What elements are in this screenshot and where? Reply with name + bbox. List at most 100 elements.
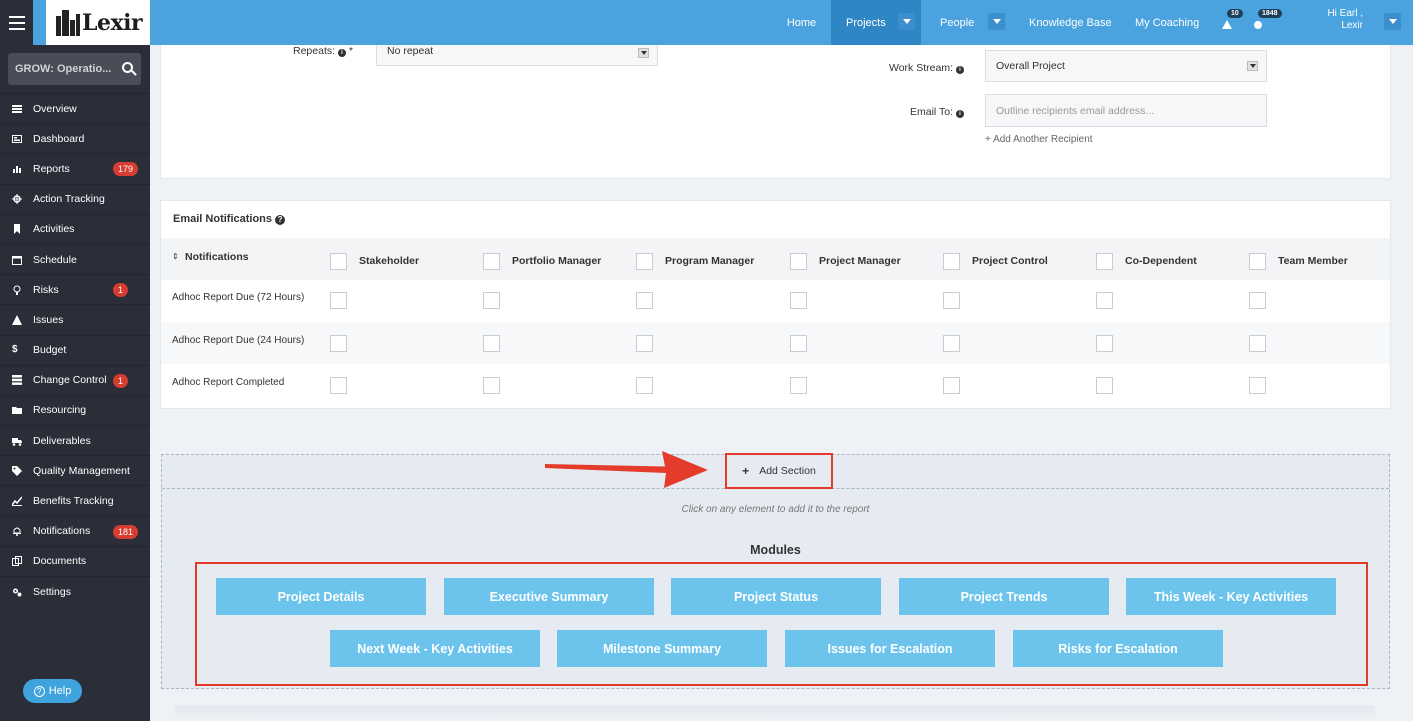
people-dropdown-icon[interactable] <box>988 13 1005 30</box>
add-section-button[interactable]: + Add Section <box>725 453 833 489</box>
menu-toggle-icon[interactable] <box>0 0 33 45</box>
portfolio-manager-checkbox[interactable] <box>483 292 500 309</box>
stakeholder-checkbox[interactable] <box>330 335 347 352</box>
select-all-project-manager-checkbox[interactable] <box>790 253 807 270</box>
user-dropdown-icon[interactable] <box>1384 13 1401 30</box>
project-control-checkbox[interactable] <box>943 377 960 394</box>
question-icon: ? <box>33 685 45 697</box>
nav-people[interactable]: People <box>940 0 980 45</box>
project-manager-checkbox[interactable] <box>790 292 807 309</box>
bell-icon <box>12 526 22 537</box>
question-circle-icon[interactable]: ? <box>275 215 286 225</box>
stakeholder-checkbox[interactable] <box>330 292 347 309</box>
workstream-label-text: Work Stream: <box>889 62 953 74</box>
sidebar-item-dashboard[interactable]: Dashboard <box>0 123 150 153</box>
program-manager-checkbox[interactable] <box>636 335 653 352</box>
module-this-week-key-activities[interactable]: This Week - Key Activities <box>1126 578 1336 615</box>
co-dependent-checkbox[interactable] <box>1096 335 1113 352</box>
select-all-team-member-checkbox[interactable] <box>1249 253 1266 270</box>
nav-home[interactable]: Home <box>774 0 829 45</box>
nav-knowledge-base[interactable]: Knowledge Base <box>1029 0 1119 45</box>
module-risks-for-escalation[interactable]: Risks for Escalation <box>1013 630 1223 667</box>
project-control-checkbox[interactable] <box>943 335 960 352</box>
logo-text: Lexir <box>82 9 143 36</box>
team-member-checkbox[interactable] <box>1249 377 1266 394</box>
sidebar-item-settings[interactable]: Settings <box>0 576 150 606</box>
sidebar-item-label: Change Control <box>33 374 107 387</box>
chevron-down-icon <box>638 48 649 58</box>
project-manager-checkbox[interactable] <box>790 335 807 352</box>
sidebar-item-notifications[interactable]: Notifications 181 <box>0 515 150 546</box>
folder-icon <box>12 405 22 415</box>
sidebar-item-action-tracking[interactable]: Action Tracking <box>0 183 150 214</box>
select-all-portfolio-manager-checkbox[interactable] <box>483 253 500 270</box>
module-issues-for-escalation[interactable]: Issues for Escalation <box>785 630 995 667</box>
select-all-stakeholder-checkbox[interactable] <box>330 253 347 270</box>
sidebar-item-resourcing[interactable]: Resourcing <box>0 394 150 425</box>
sidebar-item-overview[interactable]: Overview <box>0 93 150 123</box>
module-next-week-key-activities[interactable]: Next Week - Key Activities <box>330 630 540 667</box>
module-project-trends[interactable]: Project Trends <box>899 578 1109 615</box>
documents-icon <box>12 556 22 567</box>
co-dependent-checkbox[interactable] <box>1096 292 1113 309</box>
module-project-details[interactable]: Project Details <box>216 578 426 615</box>
sidebar-item-label: Budget <box>33 344 67 357</box>
nav-my-coaching[interactable]: My Coaching <box>1135 0 1205 45</box>
module-executive-summary[interactable]: Executive Summary <box>444 578 654 615</box>
sidebar-item-deliverables[interactable]: Deliverables <box>0 425 150 455</box>
program-manager-checkbox[interactable] <box>636 292 653 309</box>
sidebar-item-issues[interactable]: Issues <box>0 304 150 334</box>
email-recipients-input[interactable]: Outline recipients email address... <box>985 94 1267 127</box>
alerts-button[interactable]: 10 <box>1221 9 1243 35</box>
project-search[interactable]: GROW: Operatio... <box>8 53 141 85</box>
select-all-co-dependent-checkbox[interactable] <box>1096 253 1113 270</box>
sort-icon[interactable]: ⇕ <box>172 252 179 261</box>
project-control-checkbox[interactable] <box>943 292 960 309</box>
nav-people-label: People <box>940 16 975 29</box>
sidebar-item-activities[interactable]: Activities <box>0 213 150 244</box>
module-milestone-summary[interactable]: Milestone Summary <box>557 630 767 667</box>
column-notifications[interactable]: Notifications <box>185 251 249 263</box>
line-chart-icon <box>11 496 23 507</box>
required-marker: * <box>348 45 353 57</box>
table-row: Adhoc Report Due (72 Hours) <box>161 280 1390 322</box>
search-icon[interactable] <box>122 62 133 73</box>
sidebar-item-risks[interactable]: Risks 1 <box>0 274 150 304</box>
column-portfolio-manager: Portfolio Manager <box>512 255 602 267</box>
stakeholder-checkbox[interactable] <box>330 377 347 394</box>
sidebar-item-budget[interactable]: $ Budget <box>0 334 150 365</box>
program-manager-checkbox[interactable] <box>636 377 653 394</box>
messages-button[interactable]: 1848 <box>1252 9 1282 35</box>
user-greeting[interactable]: Hi Earl , Lexir <box>1327 8 1363 32</box>
projects-dropdown-icon[interactable] <box>898 13 915 30</box>
dashboard-icon <box>12 134 22 144</box>
messages-count-badge: 1848 <box>1258 9 1282 18</box>
add-recipient-link[interactable]: + Add Another Recipient <box>985 134 1093 145</box>
logo[interactable]: Lexir <box>46 0 150 45</box>
calendar-icon <box>12 255 22 265</box>
notification-name: Adhoc Report Completed <box>172 377 285 388</box>
sidebar-item-documents[interactable]: Documents <box>0 545 150 576</box>
workstream-select[interactable]: Overall Project <box>985 50 1267 82</box>
portfolio-manager-checkbox[interactable] <box>483 335 500 352</box>
select-all-program-manager-checkbox[interactable] <box>636 253 653 270</box>
sidebar-item-change-control[interactable]: Change Control 1 <box>0 364 150 395</box>
portfolio-manager-checkbox[interactable] <box>483 377 500 394</box>
team-member-checkbox[interactable] <box>1249 335 1266 352</box>
team-member-checkbox[interactable] <box>1249 292 1266 309</box>
sidebar-item-quality-management[interactable]: Quality Management <box>0 455 150 485</box>
select-all-project-control-checkbox[interactable] <box>943 253 960 270</box>
sidebar-item-schedule[interactable]: Schedule <box>0 243 150 274</box>
help-button[interactable]: ? Help <box>23 679 82 703</box>
sidebar-item-label: Resourcing <box>33 404 87 417</box>
module-project-status[interactable]: Project Status <box>671 578 881 615</box>
co-dependent-checkbox[interactable] <box>1096 377 1113 394</box>
sidebar-item-benefits-tracking[interactable]: Benefits Tracking <box>0 485 150 515</box>
truck-icon <box>12 436 22 446</box>
sidebar-item-label: Overview <box>33 102 77 115</box>
repeats-select[interactable]: No repeat <box>376 45 658 66</box>
crosshair-icon <box>12 194 22 205</box>
sidebar-item-reports[interactable]: Reports 179 <box>0 153 150 183</box>
project-manager-checkbox[interactable] <box>790 377 807 394</box>
email-to-label-text: Email To: <box>910 106 953 118</box>
